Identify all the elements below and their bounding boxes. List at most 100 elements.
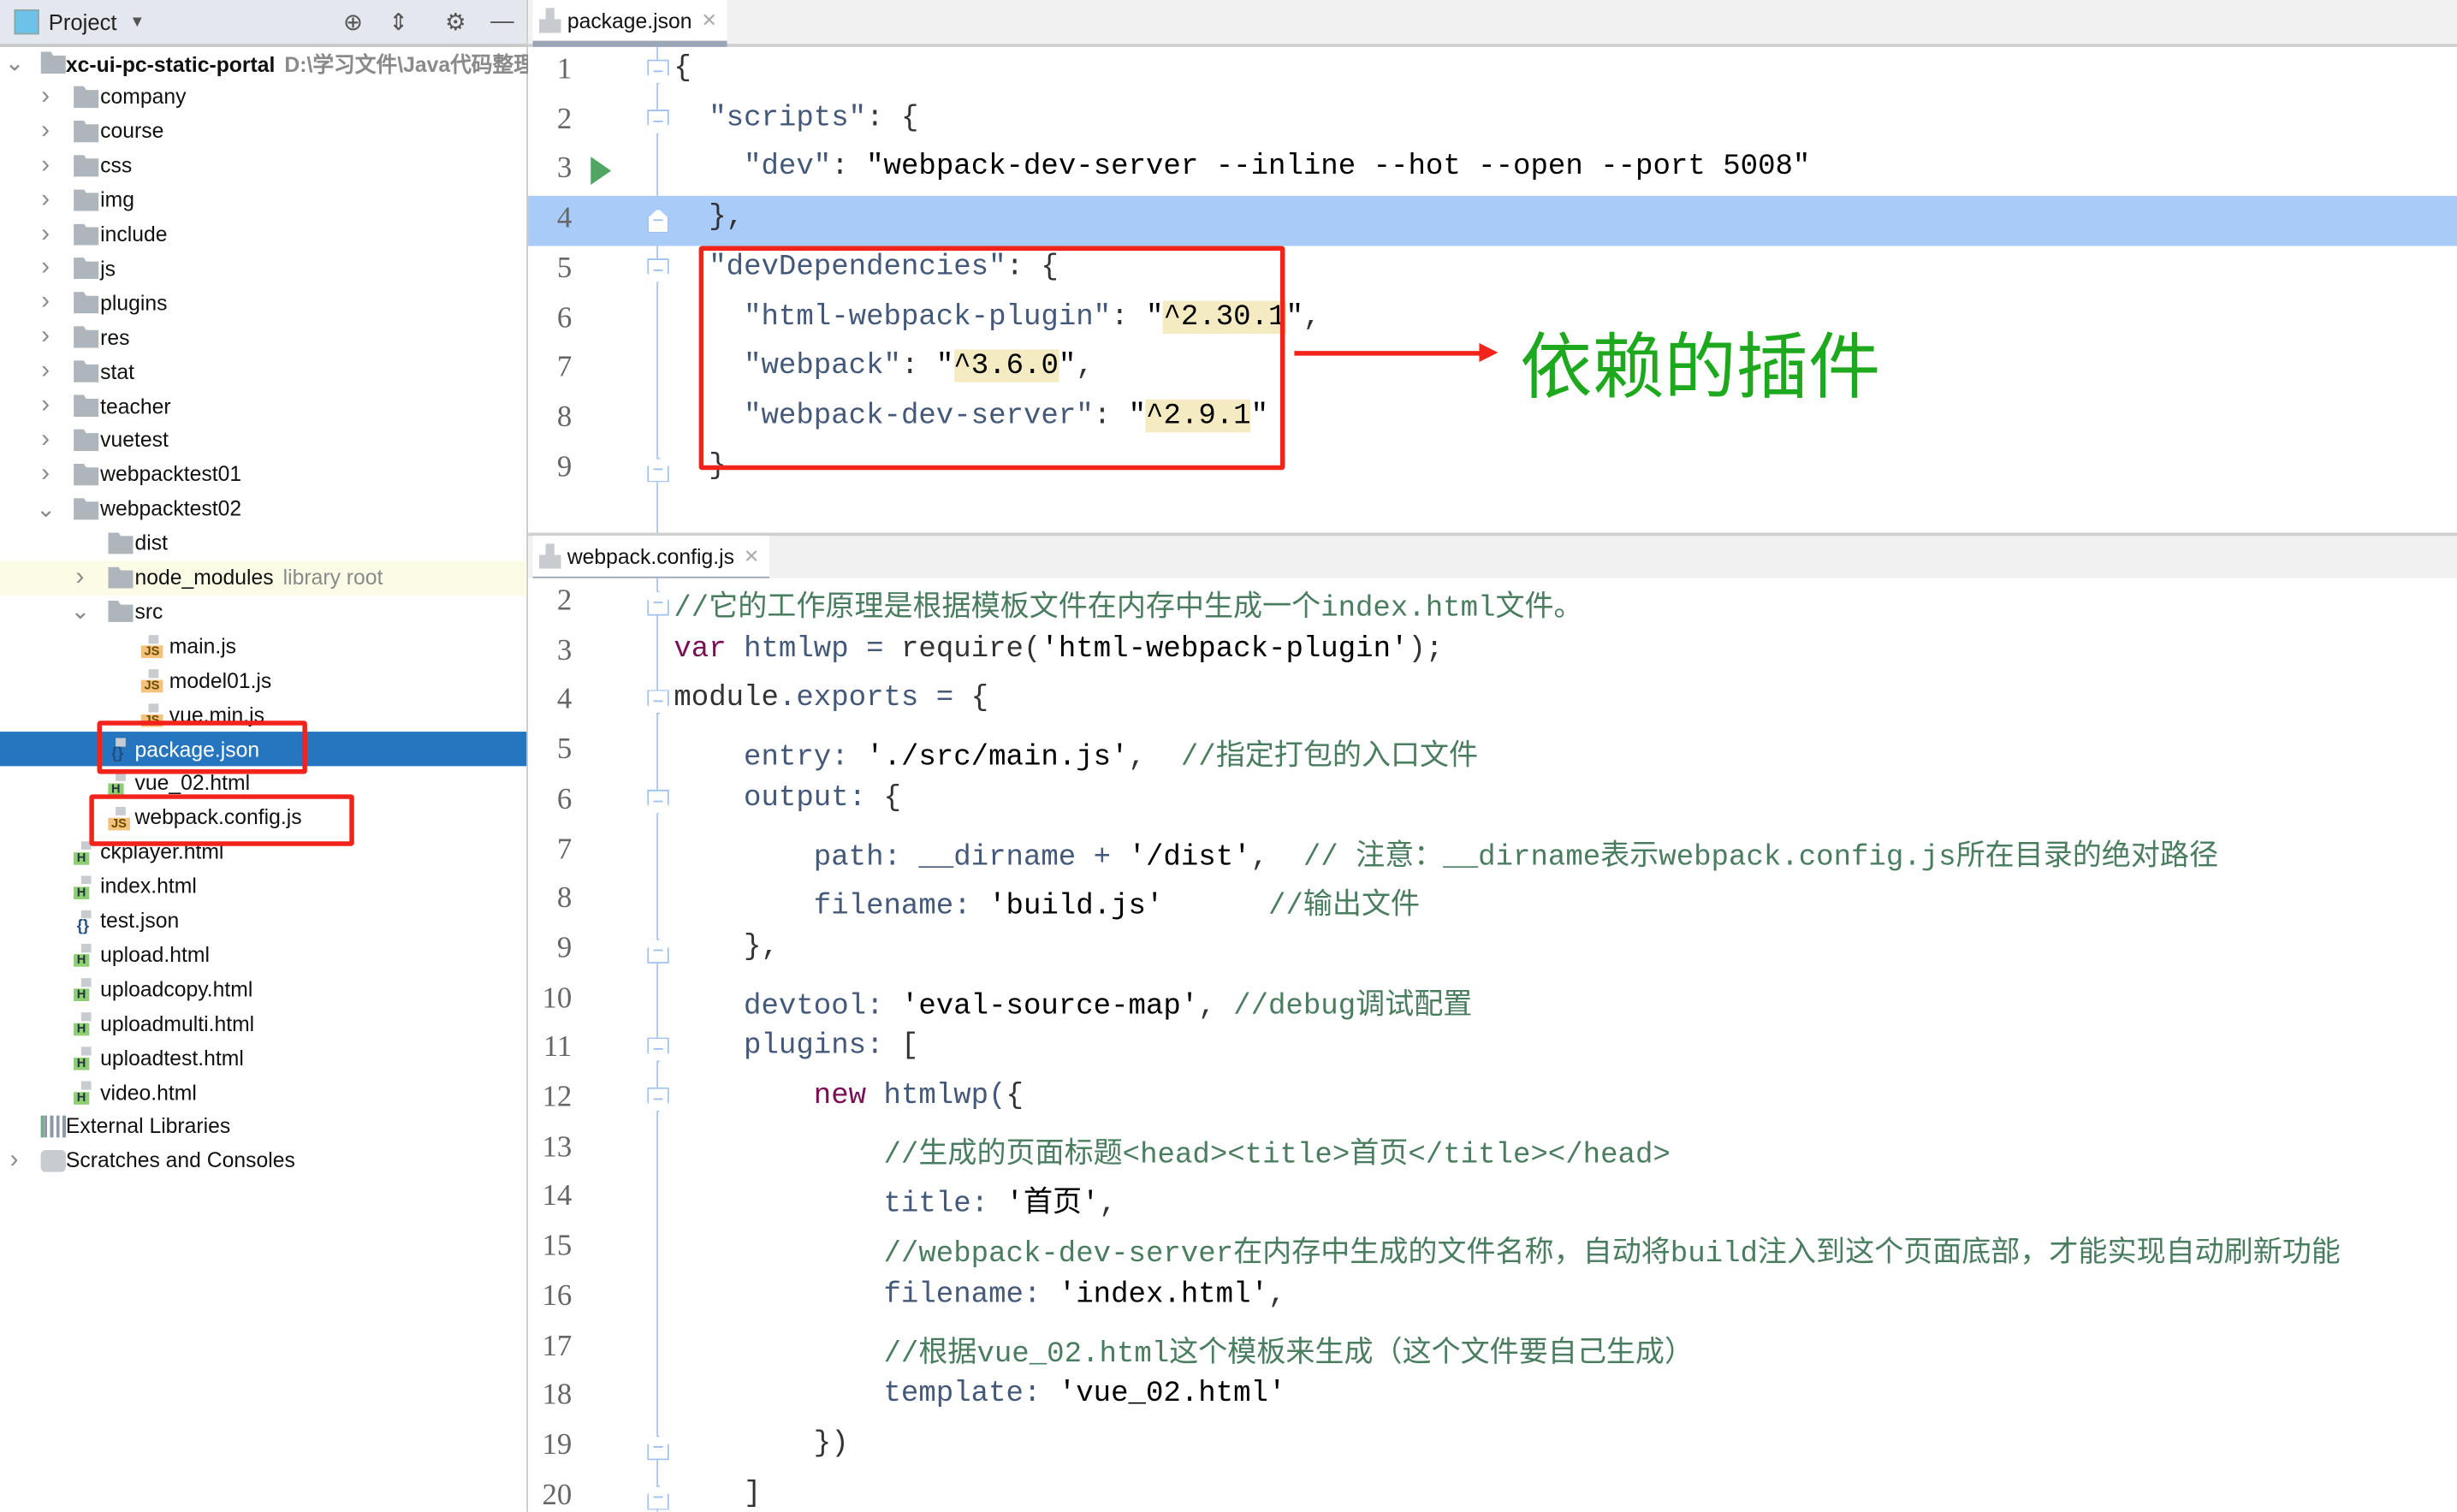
chevron-right-icon[interactable]: › [36, 117, 55, 145]
tree-item-name: plugins [100, 291, 168, 315]
tree-item[interactable]: › img [0, 182, 526, 216]
code-line[interactable]: 10 devtool: 'eval-source-map', //debug调试… [528, 975, 2457, 1025]
locate-icon[interactable]: ⊕ [343, 8, 363, 36]
chevron-down-icon[interactable]: ⌄ [36, 495, 56, 523]
code-line[interactable]: 3 "dev": "webpack-dev-server --inline --… [528, 146, 2457, 196]
chevron-right-icon[interactable]: › [36, 151, 55, 180]
code-line[interactable]: 12 new htmlwp({ [528, 1075, 2457, 1124]
unfold-icon[interactable] [647, 1434, 669, 1461]
code-line[interactable]: 2 //它的工作原理是根据模板文件在内存中生成一个index.html文件。 [528, 578, 2457, 628]
tree-item[interactable]: JS model01.js [0, 663, 526, 697]
chevron-right-icon[interactable]: › [36, 460, 55, 489]
code-line[interactable]: 14 title: '首页', [528, 1174, 2457, 1224]
code-line[interactable]: 2 "scripts": { [528, 97, 2457, 146]
code-line[interactable]: 17 //根据vue_02.html这个模板来生成（这个文件要自己生成） [528, 1323, 2457, 1373]
run-icon[interactable] [591, 157, 612, 186]
fold-icon[interactable] [647, 59, 669, 85]
tree-item[interactable]: ⌄ src [0, 595, 526, 629]
close-icon[interactable]: ✕ [744, 545, 759, 567]
code-token: './src/main.js' [866, 741, 1129, 774]
tree-item[interactable]: › vuetest [0, 423, 526, 457]
unfold-icon[interactable] [647, 456, 669, 483]
fold-icon[interactable] [647, 1087, 669, 1113]
code-line[interactable]: 13 //生成的页面标题<head><title>首页</title></hea… [528, 1124, 2457, 1174]
close-icon[interactable]: ✕ [701, 9, 716, 32]
unfold-icon[interactable] [647, 1485, 669, 1510]
tree-item[interactable]: Hindex.html [0, 869, 526, 903]
tree-item[interactable]: JS main.js [0, 629, 526, 663]
unfold-icon[interactable] [647, 208, 669, 234]
tree-item[interactable]: {} test.json [0, 904, 526, 938]
folder-icon [74, 497, 99, 520]
chevron-down-icon[interactable]: ⌄ [4, 49, 24, 77]
tree-item[interactable]: Huploadcopy.html [0, 972, 526, 1006]
code-line[interactable]: 19 }) [528, 1422, 2457, 1472]
code-text: module.exports = { [674, 682, 988, 714]
fold-icon[interactable] [647, 258, 669, 284]
code-line[interactable]: 8 filename: 'build.js' //输出文件 [528, 876, 2457, 926]
code-text: }, [674, 930, 779, 963]
editor-webpack-config[interactable]: 2 //它的工作原理是根据模板文件在内存中生成一个index.html文件。 3 va… [528, 578, 2457, 1512]
tab-webpack-config-js[interactable]: webpack.config.js ✕ [532, 536, 769, 584]
code-line[interactable]: 4 }, [528, 196, 2457, 246]
chevron-right-icon[interactable]: › [36, 426, 55, 454]
code-line[interactable]: 6 output: { [528, 777, 2457, 827]
project-view-title[interactable]: Project [49, 9, 117, 34]
code-line[interactable]: 16 filename: 'index.html', [528, 1273, 2457, 1323]
tree-item[interactable]: › css [0, 148, 526, 182]
fold-icon[interactable] [647, 690, 669, 715]
unfold-icon[interactable] [647, 938, 669, 964]
chevron-right-icon[interactable]: › [36, 392, 55, 420]
tree-item[interactable]: › stat [0, 354, 526, 388]
tree-item[interactable]: › Scratches and Consoles [0, 1143, 526, 1177]
minimize-icon[interactable]: — [490, 8, 513, 34]
tree-item[interactable]: › teacher [0, 388, 526, 423]
code-line[interactable]: 5 entry: './src/main.js', //指定打包的入口文件 [528, 727, 2457, 777]
gear-icon[interactable]: ⚙ [445, 8, 466, 36]
chevron-right-icon[interactable]: › [36, 254, 55, 282]
code-line[interactable]: 3 var htmlwp = require('html-webpack-plug… [528, 628, 2457, 678]
tree-item[interactable]: Hupload.html [0, 938, 526, 972]
tree-item[interactable]: › res [0, 320, 526, 354]
tree-item-label: vuetest [100, 429, 169, 452]
unfold-icon[interactable] [647, 590, 669, 616]
code-line[interactable]: 1{ [528, 47, 2457, 97]
code-line[interactable]: 4 module.exports = { [528, 678, 2457, 727]
code-line[interactable]: 20 ] [528, 1472, 2457, 1512]
code-line[interactable]: 18 template: 'vue_02.html' [528, 1373, 2457, 1422]
tree-item[interactable]: › plugins [0, 286, 526, 320]
tree-item[interactable]: › js [0, 252, 526, 286]
chevron-down-icon[interactable]: ⌄ [70, 597, 90, 626]
tree-item[interactable]: › course [0, 114, 526, 148]
chevron-right-icon[interactable]: › [36, 358, 55, 386]
tree-item[interactable]: External Libraries [0, 1109, 526, 1143]
chevron-right-icon[interactable]: › [36, 186, 55, 214]
code-line[interactable]: 15 //webpack-dev-server在内存中生成的文件名称，自动将bu… [528, 1224, 2457, 1273]
chevron-down-icon[interactable]: ▼ [129, 14, 145, 31]
tree-item-label: img [100, 188, 134, 211]
tree-item[interactable]: Hvideo.html [0, 1075, 526, 1109]
code-line[interactable]: 11 plugins: [ [528, 1025, 2457, 1075]
tab-package-json[interactable]: package.json ✕ [532, 0, 727, 47]
chevron-right-icon[interactable]: › [70, 563, 89, 591]
tree-item[interactable]: › webpacktest01 [0, 457, 526, 491]
fold-icon[interactable] [647, 109, 669, 134]
code-line[interactable]: 7 path: __dirname + '/dist', // 注意：__dir… [528, 827, 2457, 876]
tree-item[interactable]: Huploadtest.html [0, 1041, 526, 1075]
chevron-right-icon[interactable]: › [36, 220, 55, 248]
code-line[interactable]: 9 }, [528, 926, 2457, 975]
tree-item[interactable]: dist [0, 525, 526, 560]
tree-item[interactable]: ⌄ xc-ui-pc-static-portal D:\学习文件\Java代码整理 [0, 45, 534, 80]
tree-item[interactable]: › include [0, 217, 526, 252]
chevron-right-icon[interactable]: › [4, 1147, 23, 1175]
tree-item[interactable]: ⌄ webpacktest02 [0, 491, 526, 525]
tree-item[interactable]: Huploadmulti.html [0, 1006, 526, 1041]
tree-item[interactable]: › node_modules library root [0, 560, 527, 595]
collapse-all-icon[interactable]: ⇕ [389, 8, 408, 36]
chevron-right-icon[interactable]: › [36, 323, 55, 352]
fold-icon[interactable] [647, 1037, 669, 1063]
chevron-right-icon[interactable]: › [36, 83, 55, 111]
chevron-right-icon[interactable]: › [36, 288, 55, 317]
tree-item[interactable]: › company [0, 80, 526, 114]
fold-icon[interactable] [647, 789, 669, 815]
